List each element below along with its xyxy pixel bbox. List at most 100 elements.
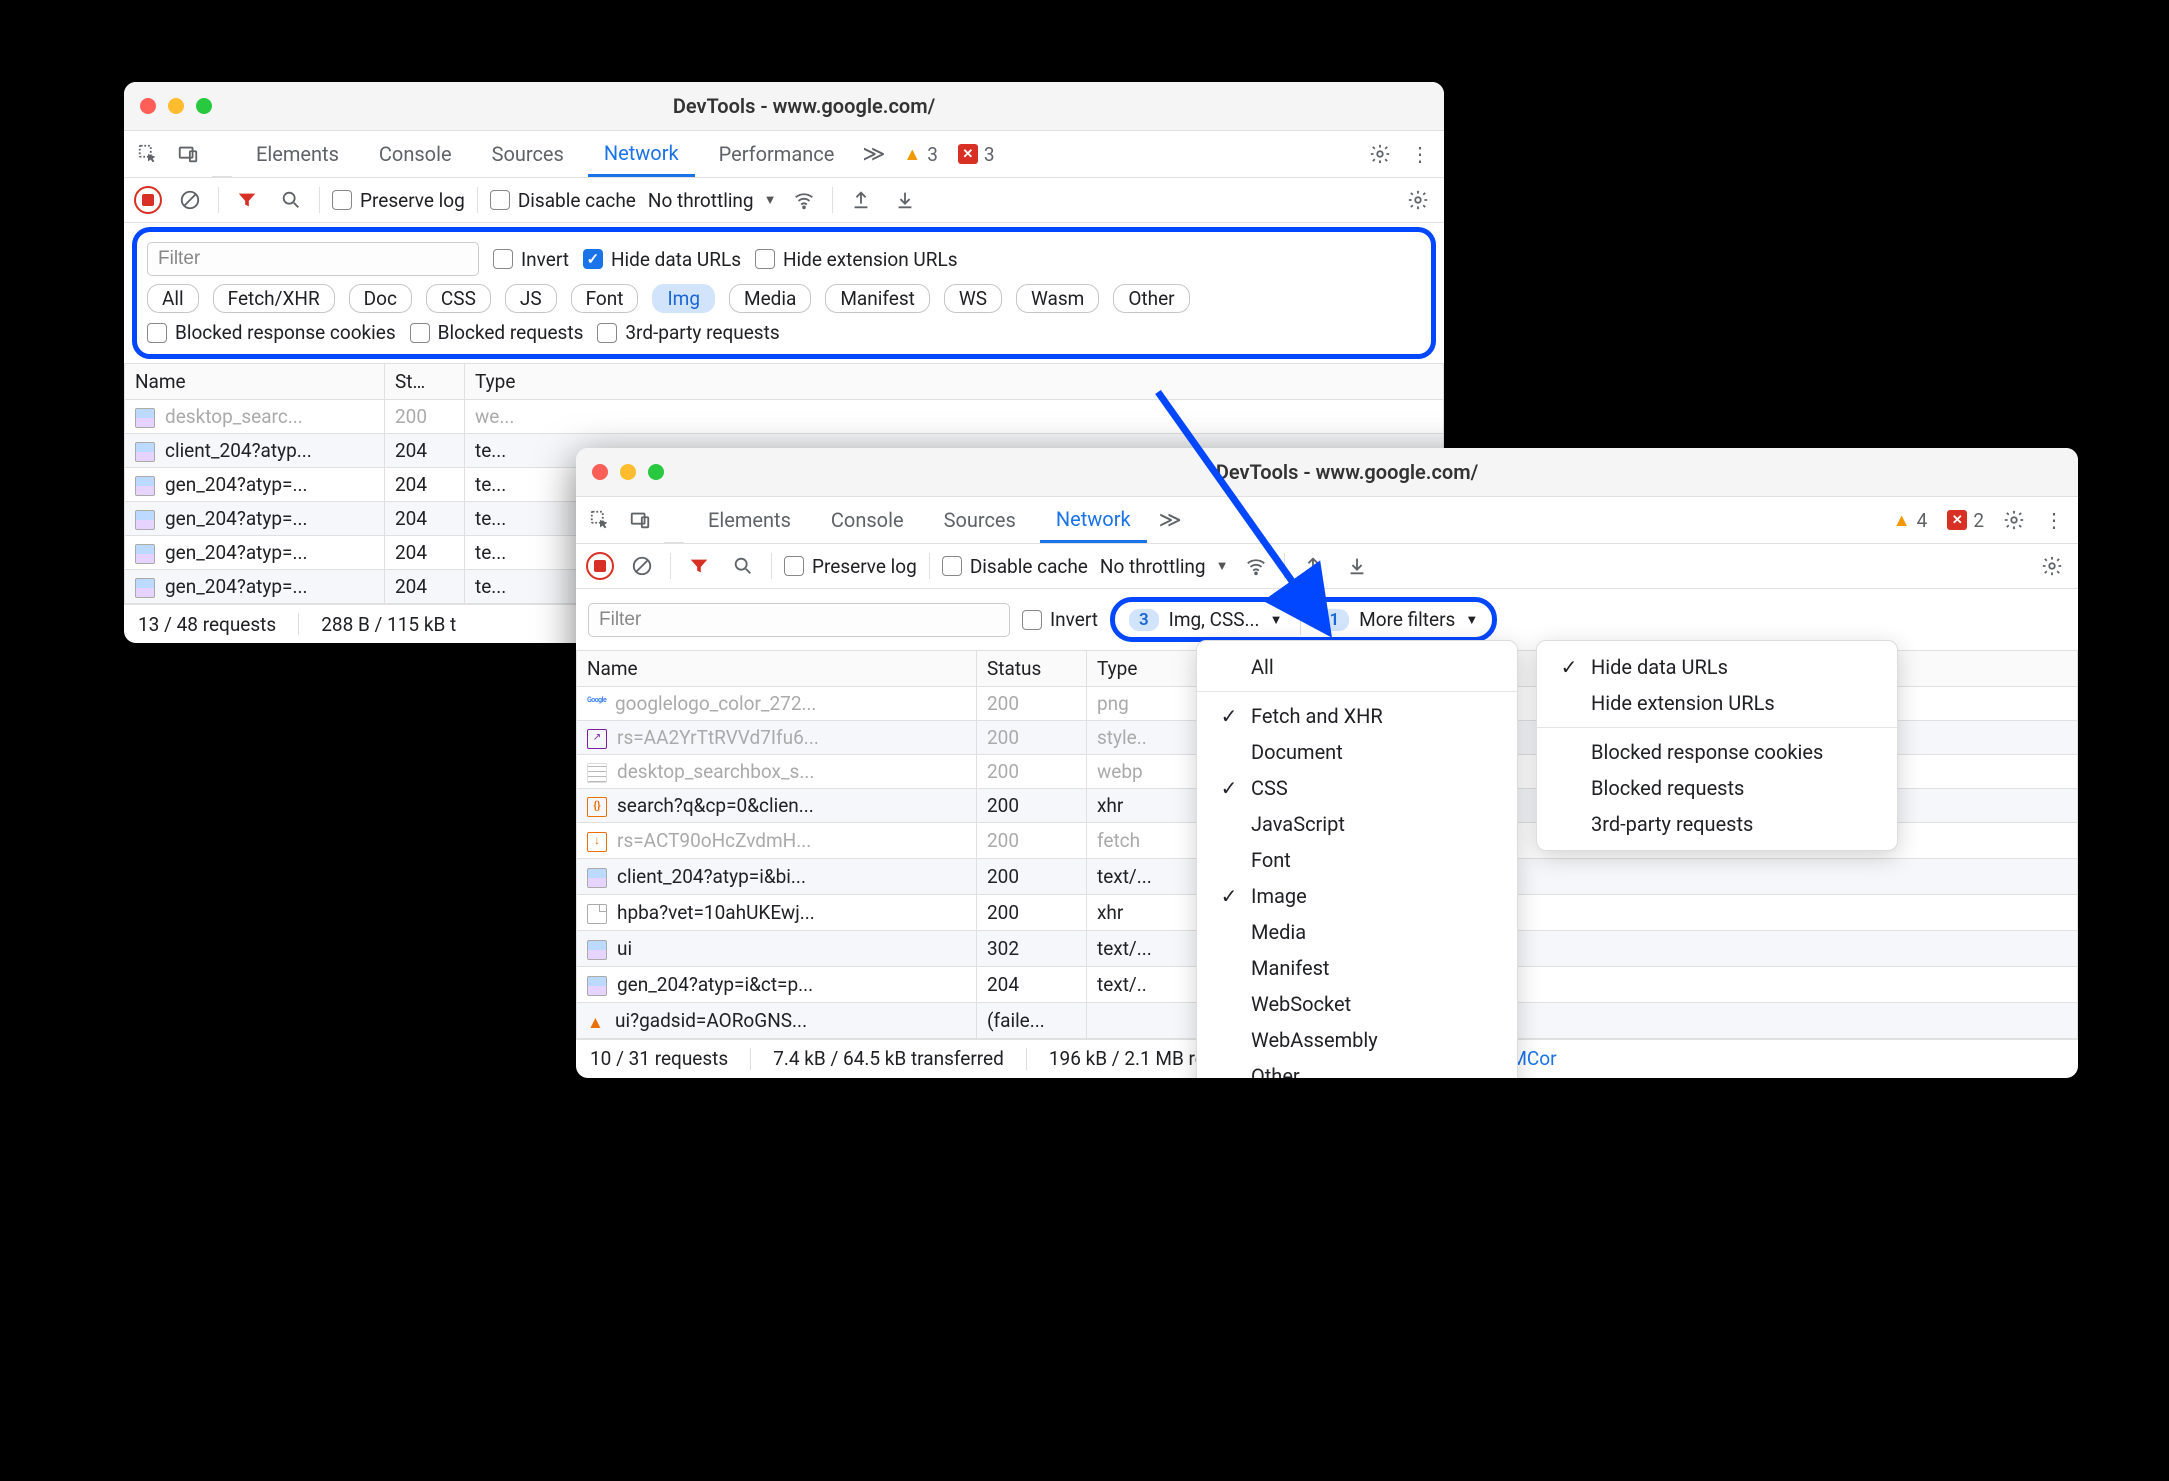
search-icon[interactable] — [727, 550, 759, 582]
invert-checkbox[interactable]: Invert — [493, 248, 569, 271]
wifi-icon[interactable] — [1240, 550, 1272, 582]
menu-item-all[interactable]: All — [1197, 649, 1517, 685]
tab-network[interactable]: Network — [588, 132, 695, 177]
kebab-icon[interactable]: ⋮ — [2038, 504, 2070, 536]
menu-item[interactable]: ✓Image — [1197, 878, 1517, 914]
settings-icon[interactable] — [1998, 504, 2030, 536]
tab-sources[interactable]: Sources — [928, 499, 1032, 541]
menu-item[interactable]: Media — [1197, 914, 1517, 950]
table-row[interactable]: desktop_searc...200we... — [125, 400, 1444, 434]
menu-item[interactable]: Hide extension URLs — [1537, 685, 1897, 721]
error-badge[interactable]: ✕2 — [1941, 509, 1990, 532]
menu-item[interactable]: Blocked requests — [1537, 770, 1897, 806]
third-party-checkbox[interactable]: 3rd-party requests — [597, 321, 779, 344]
device-icon[interactable] — [624, 504, 656, 536]
tab-elements[interactable]: Elements — [240, 133, 355, 175]
type-pill-font[interactable]: Font — [571, 284, 639, 313]
type-pill-js[interactable]: JS — [505, 284, 557, 313]
menu-item[interactable]: Manifest — [1197, 950, 1517, 986]
filter-input[interactable] — [147, 242, 479, 276]
download-icon[interactable] — [889, 184, 921, 216]
filter-icon[interactable] — [683, 550, 715, 582]
menu-item[interactable]: JavaScript — [1197, 806, 1517, 842]
menu-item[interactable]: WebAssembly — [1197, 1022, 1517, 1058]
type-pill-img[interactable]: Img — [652, 284, 715, 313]
filter-icon[interactable] — [231, 184, 263, 216]
close-window-button[interactable] — [592, 464, 608, 480]
close-window-button[interactable] — [140, 98, 156, 114]
more-tabs-icon[interactable]: ≫ — [858, 142, 889, 167]
network-settings-icon[interactable] — [1402, 184, 1434, 216]
menu-item[interactable]: ✓CSS — [1197, 770, 1517, 806]
clear-icon[interactable] — [626, 550, 658, 582]
disable-cache-checkbox[interactable]: Disable cache — [490, 189, 636, 212]
minimize-window-button[interactable] — [168, 98, 184, 114]
tab-elements[interactable]: Elements — [692, 499, 807, 541]
menu-item[interactable]: ✓Hide data URLs — [1537, 649, 1897, 685]
more-tabs-icon[interactable]: ≫ — [1155, 508, 1186, 533]
col-type[interactable]: Type — [465, 364, 1444, 400]
network-settings-icon[interactable] — [2036, 550, 2068, 582]
request-name: gen_204?atyp=... — [165, 473, 308, 496]
inspect-icon[interactable] — [584, 504, 616, 536]
menu-item[interactable]: Font — [1197, 842, 1517, 878]
type-pill-other[interactable]: Other — [1113, 284, 1189, 313]
type-pill-fetch[interactable]: Fetch/XHR — [213, 284, 335, 313]
menu-item[interactable]: Other — [1197, 1058, 1517, 1078]
invert-checkbox[interactable]: Invert — [1022, 608, 1098, 631]
menu-item[interactable]: ✓Fetch and XHR — [1197, 698, 1517, 734]
minimize-window-button[interactable] — [620, 464, 636, 480]
tab-console[interactable]: Console — [363, 133, 468, 175]
type-pill-manifest[interactable]: Manifest — [825, 284, 930, 313]
request-name: hpba?vet=10ahUKEwj... — [617, 901, 815, 924]
menu-item[interactable]: 3rd-party requests — [1537, 806, 1897, 842]
col-status[interactable]: Status — [977, 651, 1087, 687]
type-pill-ws[interactable]: WS — [944, 284, 1002, 313]
type-pill-css[interactable]: CSS — [426, 284, 491, 313]
error-badge[interactable]: ✕3 — [952, 143, 1001, 166]
clear-icon[interactable] — [174, 184, 206, 216]
warning-badge[interactable]: ▲4 — [1887, 509, 1934, 532]
search-icon[interactable] — [275, 184, 307, 216]
type-filter-dropdown[interactable]: 3 Img, CSS... ▼ — [1121, 604, 1291, 635]
menu-item[interactable]: WebSocket — [1197, 986, 1517, 1022]
col-name[interactable]: Name — [577, 651, 977, 687]
download-icon[interactable] — [1341, 550, 1373, 582]
tab-console[interactable]: Console — [815, 499, 920, 541]
throttling-select[interactable]: No throttling▼ — [1100, 555, 1229, 578]
record-button[interactable] — [134, 186, 162, 214]
inspect-icon[interactable] — [132, 138, 164, 170]
wifi-icon[interactable] — [788, 184, 820, 216]
menu-item[interactable]: Document — [1197, 734, 1517, 770]
type-pill-media[interactable]: Media — [729, 284, 811, 313]
tab-performance[interactable]: Performance — [703, 133, 851, 175]
col-type[interactable]: Type — [1087, 651, 1197, 687]
type-pill-wasm[interactable]: Wasm — [1016, 284, 1099, 313]
preserve-log-checkbox[interactable]: Preserve log — [784, 555, 917, 578]
upload-icon[interactable] — [845, 184, 877, 216]
type-pill-all[interactable]: All — [147, 284, 199, 313]
col-status[interactable]: St… — [385, 364, 465, 400]
record-button[interactable] — [586, 552, 614, 580]
tab-sources[interactable]: Sources — [476, 133, 580, 175]
disable-cache-checkbox[interactable]: Disable cache — [942, 555, 1088, 578]
device-icon[interactable] — [172, 138, 204, 170]
upload-icon[interactable] — [1297, 550, 1329, 582]
blocked-requests-checkbox[interactable]: Blocked requests — [410, 321, 584, 344]
settings-icon[interactable] — [1364, 138, 1396, 170]
zoom-window-button[interactable] — [196, 98, 212, 114]
throttling-select[interactable]: No throttling▼ — [648, 189, 777, 212]
type-pill-doc[interactable]: Doc — [349, 284, 412, 313]
zoom-window-button[interactable] — [648, 464, 664, 480]
preserve-log-checkbox[interactable]: Preserve log — [332, 189, 465, 212]
more-filters-dropdown[interactable]: 1 More filters ▼ — [1311, 604, 1486, 635]
blocked-cookies-checkbox[interactable]: Blocked response cookies — [147, 321, 396, 344]
menu-item[interactable]: Blocked response cookies — [1537, 734, 1897, 770]
hide-data-urls-checkbox[interactable]: Hide data URLs — [583, 248, 741, 271]
warning-badge[interactable]: ▲3 — [897, 143, 944, 166]
hide-extension-urls-checkbox[interactable]: Hide extension URLs — [755, 248, 958, 271]
filter-input[interactable] — [588, 603, 1010, 637]
col-name[interactable]: Name — [125, 364, 385, 400]
tab-network[interactable]: Network — [1040, 498, 1147, 543]
kebab-icon[interactable]: ⋮ — [1404, 138, 1436, 170]
